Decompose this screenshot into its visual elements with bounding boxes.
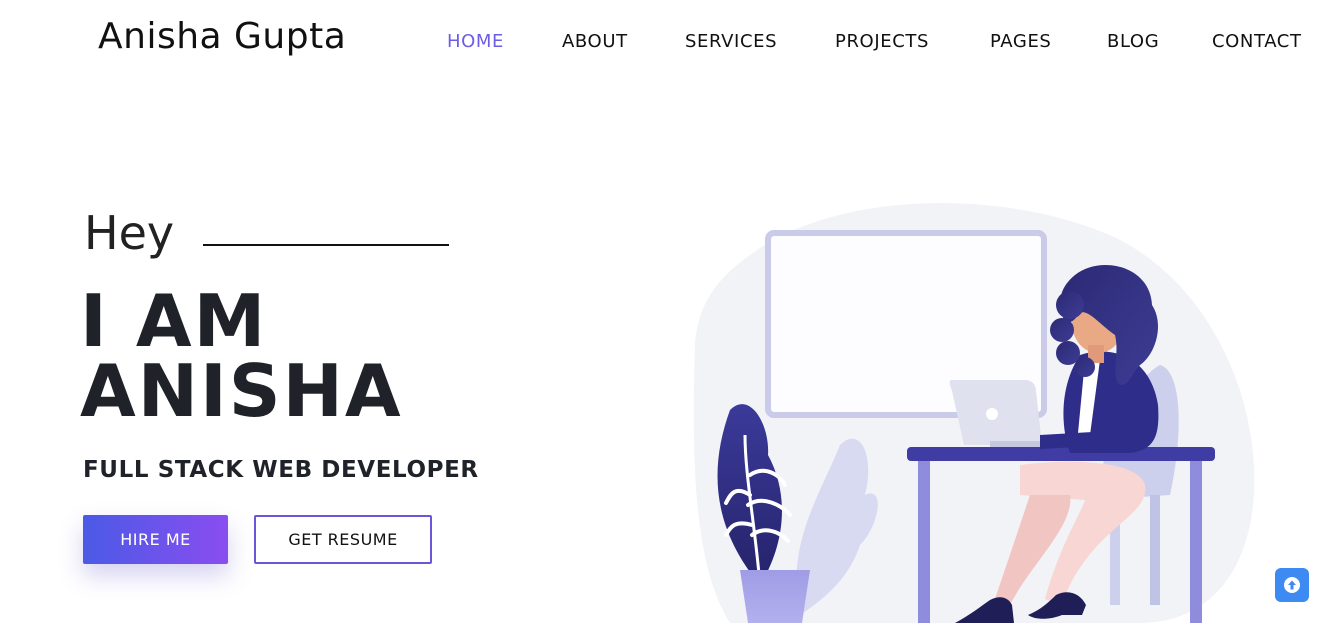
nav-contact[interactable]: CONTACT	[1212, 31, 1302, 52]
nav-services[interactable]: SERVICES	[685, 31, 777, 52]
greeting-divider	[203, 244, 449, 246]
arrow-up-icon	[1284, 577, 1300, 593]
hire-me-button[interactable]: HIRE ME	[83, 515, 228, 564]
woman-working-at-laptop-illustration	[693, 203, 1255, 623]
nav-about[interactable]: ABOUT	[562, 31, 628, 52]
hero-role: FULL STACK WEB DEVELOPER	[83, 457, 479, 483]
scroll-to-top-button[interactable]	[1275, 568, 1309, 602]
get-resume-button[interactable]: GET RESUME	[254, 515, 432, 564]
nav-blog[interactable]: BLOG	[1107, 31, 1159, 52]
nav-projects[interactable]: PROJECTS	[835, 31, 929, 52]
nav-home[interactable]: HOME	[447, 31, 504, 52]
main-nav: HOME ABOUT SERVICES PROJECTS PAGES BLOG …	[0, 31, 1341, 55]
hero-greeting: Hey	[84, 206, 175, 260]
hero-name: I AM ANISHA	[80, 279, 403, 433]
hero-name-line1: I AM	[80, 279, 268, 363]
hero-name-line2: ANISHA	[80, 349, 403, 433]
nav-pages[interactable]: PAGES	[990, 31, 1051, 52]
